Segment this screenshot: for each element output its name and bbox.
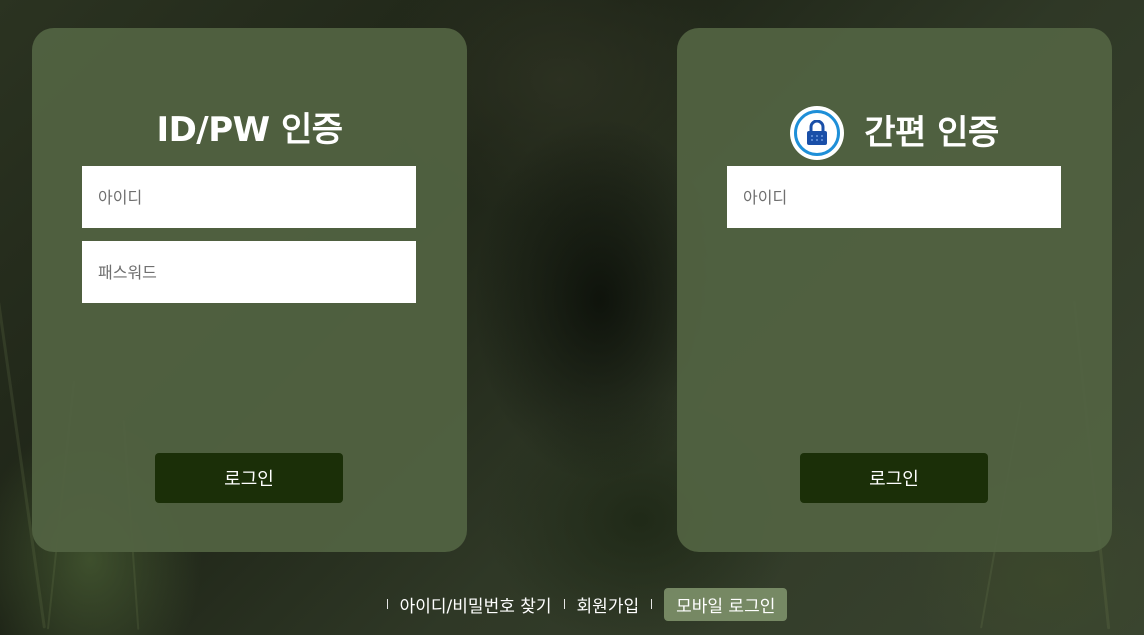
mobile-login-link[interactable]: 모바일 로그인	[664, 587, 788, 621]
simple-auth-title: 간편 인증	[864, 113, 999, 153]
simple-auth-header: 간편 인증	[677, 106, 1112, 160]
idpw-title: ID/PW 인증	[156, 110, 343, 150]
idpw-login-card: ID/PW 인증 로그인	[32, 28, 467, 552]
lock-icon	[790, 106, 845, 160]
idpw-login-button[interactable]: 로그인	[155, 453, 343, 503]
login-page: ID/PW 인증 로그인	[0, 0, 1144, 635]
signup-link[interactable]: 회원가입	[577, 592, 640, 617]
footer-links: 아이디/비밀번호 찾기 회원가입 모바일 로그인	[0, 587, 1144, 621]
idpw-password-input[interactable]	[82, 241, 416, 303]
divider	[563, 599, 565, 609]
divider	[386, 599, 388, 609]
idpw-id-input[interactable]	[82, 166, 416, 228]
divider	[651, 599, 653, 609]
simple-auth-id-input[interactable]	[727, 166, 1061, 228]
simple-auth-login-button[interactable]: 로그인	[800, 453, 988, 503]
simple-auth-card: 간편 인증 로그인	[677, 28, 1112, 552]
find-account-link[interactable]: 아이디/비밀번호 찾기	[400, 592, 552, 617]
